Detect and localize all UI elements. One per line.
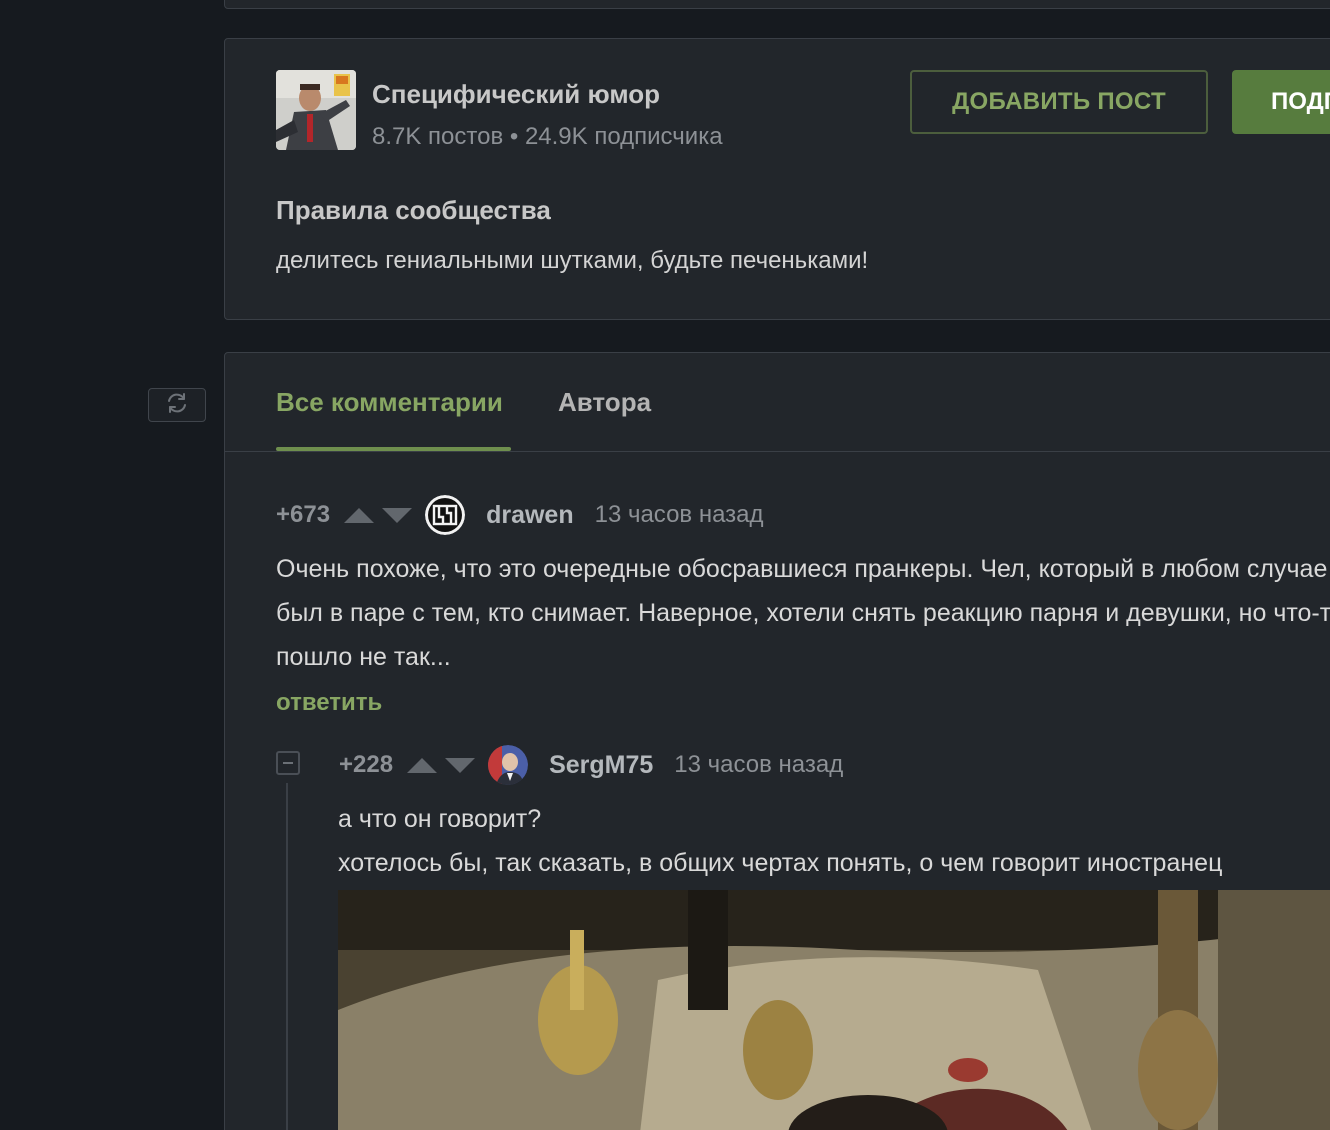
thread-line[interactable] (286, 783, 288, 1130)
rules-text: делитесь гениальными шутками, будьте печ… (276, 247, 869, 274)
community-avatar[interactable] (276, 70, 356, 150)
comment-username[interactable]: drawen (486, 501, 574, 530)
comment-line: пошло не так... (276, 643, 451, 671)
comment-username[interactable]: SergM75 (549, 751, 653, 780)
comment-tabs: Все комментарии Автора (225, 353, 1330, 452)
community-stats: 8.7K постов • 24.9K подписчика (372, 123, 723, 150)
subscribe-button[interactable]: ПОДПИСАТЬСЯ (1232, 70, 1330, 134)
community-name[interactable]: Специфический юмор (372, 79, 660, 110)
arrow-down-icon[interactable] (445, 757, 476, 773)
rules-title: Правила сообщества (276, 195, 551, 225)
comment-text: а что он говорит? хотелось бы, так сказа… (338, 797, 1222, 885)
collapse-minus-icon[interactable] (276, 751, 300, 775)
comment-image-picture (338, 890, 1330, 1130)
refresh-icon (165, 391, 189, 420)
comment-line: а что он говорит? (338, 805, 542, 833)
comment-time[interactable]: 13 часов назад (595, 501, 764, 529)
refresh-comments-button[interactable] (148, 388, 206, 422)
active-tab-indicator (276, 447, 511, 451)
comment-image[interactable] (338, 890, 1330, 1130)
avatar[interactable] (488, 745, 529, 785)
comment-rating: +228 (339, 751, 394, 778)
reply-link[interactable]: ответить (276, 689, 382, 717)
comment-text: Очень похоже, что это очередные обосравш… (276, 547, 1330, 679)
comment-line: был в паре с тем, кто снимает. Наверное,… (276, 599, 1330, 627)
tab-author-comments[interactable]: Автора (558, 387, 651, 418)
avatar[interactable] (425, 495, 466, 535)
previous-card-edge (224, 0, 1330, 9)
community-avatar-image (276, 70, 356, 150)
comment-line: хотелось бы, так сказать, в общих чертах… (338, 849, 1223, 877)
add-post-button[interactable]: ДОБАВИТЬ ПОСТ (910, 70, 1208, 134)
comment-time[interactable]: 13 часов назад (674, 751, 843, 779)
comment-rating: +673 (276, 501, 331, 528)
comment-header: +228 SergM75 13 часов назад (339, 745, 843, 785)
tab-all-comments[interactable]: Все комментарии (276, 387, 503, 418)
arrow-up-icon[interactable] (407, 757, 438, 773)
community-card: Специфический юмор 8.7K постов • 24.9K п… (224, 38, 1330, 320)
arrow-up-icon[interactable] (344, 507, 375, 523)
comment-line: Очень похоже, что это очередные обосравш… (276, 555, 1328, 583)
comments-card: Все комментарии Автора +673 drawen 13 ча… (224, 352, 1330, 1130)
comment-header: +673 drawen 13 часов назад (276, 495, 764, 535)
page: Специфический юмор 8.7K постов • 24.9K п… (0, 0, 1330, 1130)
arrow-down-icon[interactable] (382, 507, 413, 523)
